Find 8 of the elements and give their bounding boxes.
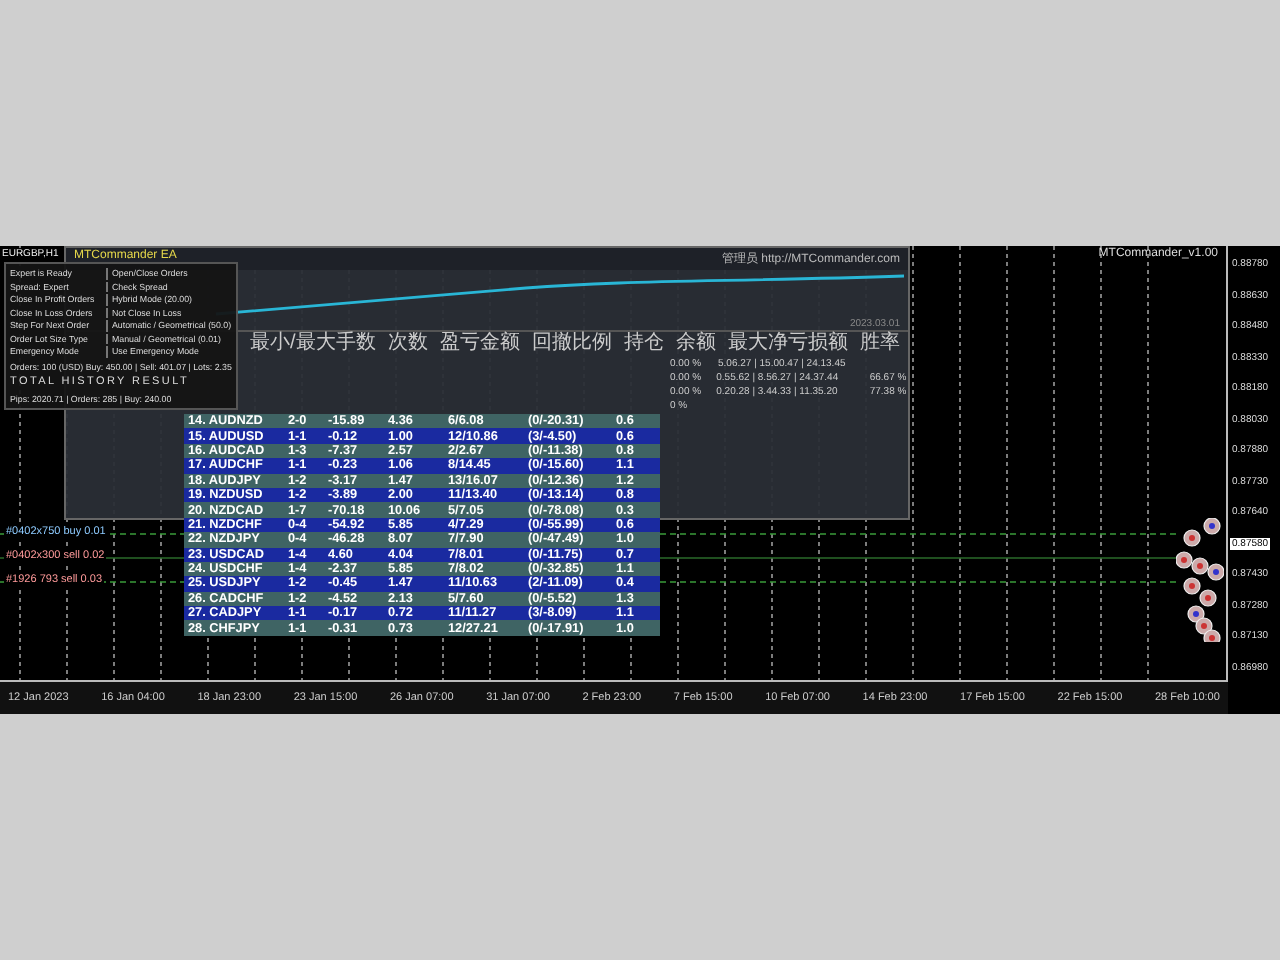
column-header: 盈亏金额 bbox=[439, 332, 520, 354]
column-header: 最小/最大手数 bbox=[250, 332, 376, 354]
column-header: 最大净亏损额 bbox=[727, 332, 848, 354]
column-header: 持仓 bbox=[623, 332, 664, 354]
column-header: 次数 bbox=[387, 332, 428, 354]
column-header: 余额 bbox=[675, 332, 716, 354]
column-header: 回撤比例 bbox=[531, 332, 612, 354]
column-header: 胜率 bbox=[859, 332, 900, 354]
